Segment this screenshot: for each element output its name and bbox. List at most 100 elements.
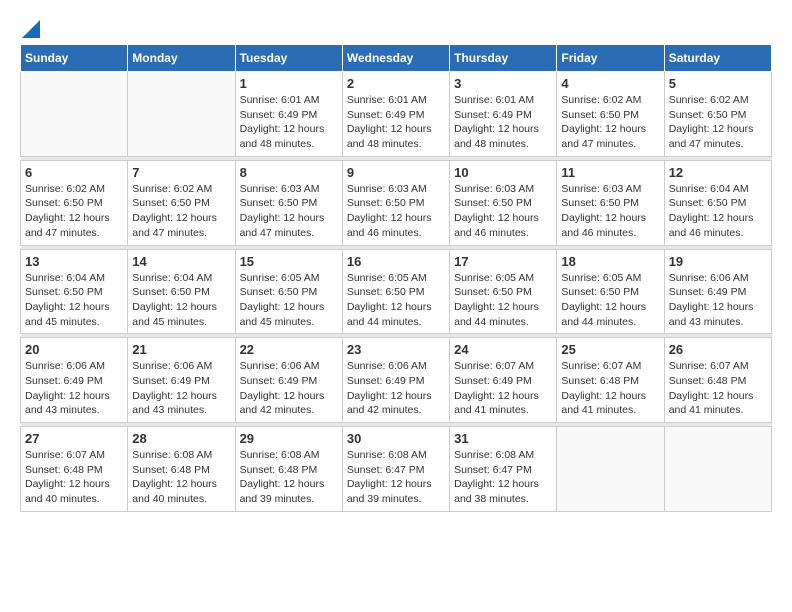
day-number: 16: [347, 254, 445, 269]
day-info: Sunrise: 6:08 AM Sunset: 6:48 PM Dayligh…: [240, 448, 338, 507]
day-number: 13: [25, 254, 123, 269]
day-info: Sunrise: 6:05 AM Sunset: 6:50 PM Dayligh…: [347, 271, 445, 330]
calendar-cell: 14 Sunrise: 6:04 AM Sunset: 6:50 PM Dayli…: [128, 249, 235, 334]
calendar-cell: 5 Sunrise: 6:02 AM Sunset: 6:50 PM Daylig…: [664, 72, 771, 157]
calendar-cell: [557, 427, 664, 512]
day-number: 31: [454, 431, 552, 446]
calendar-week-row: 6 Sunrise: 6:02 AM Sunset: 6:50 PM Daylig…: [21, 160, 772, 245]
day-info: Sunrise: 6:06 AM Sunset: 6:49 PM Dayligh…: [347, 359, 445, 418]
day-info: Sunrise: 6:08 AM Sunset: 6:47 PM Dayligh…: [347, 448, 445, 507]
calendar-cell: 10 Sunrise: 6:03 AM Sunset: 6:50 PM Dayli…: [450, 160, 557, 245]
column-header-sunday: Sunday: [21, 45, 128, 72]
day-info: Sunrise: 6:02 AM Sunset: 6:50 PM Dayligh…: [561, 93, 659, 152]
calendar-cell: 30 Sunrise: 6:08 AM Sunset: 6:47 PM Dayli…: [342, 427, 449, 512]
calendar-cell: 29 Sunrise: 6:08 AM Sunset: 6:48 PM Dayli…: [235, 427, 342, 512]
calendar-cell: 8Sunrise: 6:03 AM Sunset: 6:50 PM Daylig…: [235, 160, 342, 245]
column-header-tuesday: Tuesday: [235, 45, 342, 72]
day-number: 25: [561, 342, 659, 357]
day-info: Sunrise: 6:06 AM Sunset: 6:49 PM Dayligh…: [25, 359, 123, 418]
calendar-cell: 23 Sunrise: 6:06 AM Sunset: 6:49 PM Dayli…: [342, 338, 449, 423]
day-info: Sunrise: 6:06 AM Sunset: 6:49 PM Dayligh…: [240, 359, 338, 418]
day-info: Sunrise: 6:04 AM Sunset: 6:50 PM Dayligh…: [132, 271, 230, 330]
day-number: 20: [25, 342, 123, 357]
calendar-cell: [664, 427, 771, 512]
day-info: Sunrise: 6:03 AM Sunset: 6:50 PM Dayligh…: [561, 182, 659, 241]
day-info: Sunrise: 6:07 AM Sunset: 6:48 PM Dayligh…: [561, 359, 659, 418]
column-header-monday: Monday: [128, 45, 235, 72]
calendar-week-row: 27 Sunrise: 6:07 AM Sunset: 6:48 PM Dayli…: [21, 427, 772, 512]
day-info: Sunrise: 6:02 AM Sunset: 6:50 PM Dayligh…: [669, 93, 767, 152]
day-number: 6: [25, 165, 123, 180]
calendar-cell: 9 Sunrise: 6:03 AM Sunset: 6:50 PM Daylig…: [342, 160, 449, 245]
calendar-cell: 7 Sunrise: 6:02 AM Sunset: 6:50 PM Daylig…: [128, 160, 235, 245]
day-info: Sunrise: 6:01 AM Sunset: 6:49 PM Dayligh…: [347, 93, 445, 152]
day-info: Sunrise: 6:07 AM Sunset: 6:48 PM Dayligh…: [25, 448, 123, 507]
day-number: 27: [25, 431, 123, 446]
calendar-cell: 31 Sunrise: 6:08 AM Sunset: 6:47 PM Dayli…: [450, 427, 557, 512]
calendar-cell: 12Sunrise: 6:04 AM Sunset: 6:50 PM Dayli…: [664, 160, 771, 245]
day-info: Sunrise: 6:02 AM Sunset: 6:50 PM Dayligh…: [132, 182, 230, 241]
calendar-cell: 18 Sunrise: 6:05 AM Sunset: 6:50 PM Dayli…: [557, 249, 664, 334]
calendar-cell: 4 Sunrise: 6:02 AM Sunset: 6:50 PM Daylig…: [557, 72, 664, 157]
day-info: Sunrise: 6:04 AM Sunset: 6:50 PM Dayligh…: [25, 271, 123, 330]
day-number: 23: [347, 342, 445, 357]
day-number: 10: [454, 165, 552, 180]
day-number: 17: [454, 254, 552, 269]
day-info: Sunrise: 6:03 AM Sunset: 6:50 PM Dayligh…: [347, 182, 445, 241]
calendar-cell: 20 Sunrise: 6:06 AM Sunset: 6:49 PM Dayli…: [21, 338, 128, 423]
calendar-cell: 26 Sunrise: 6:07 AM Sunset: 6:48 PM Dayli…: [664, 338, 771, 423]
day-info: Sunrise: 6:07 AM Sunset: 6:49 PM Dayligh…: [454, 359, 552, 418]
calendar-cell: 21 Sunrise: 6:06 AM Sunset: 6:49 PM Dayli…: [128, 338, 235, 423]
day-number: 2: [347, 76, 445, 91]
day-number: 19: [669, 254, 767, 269]
day-number: 26: [669, 342, 767, 357]
day-number: 29: [240, 431, 338, 446]
day-number: 21: [132, 342, 230, 357]
calendar-cell: 1 Sunrise: 6:01 AM Sunset: 6:49 PM Daylig…: [235, 72, 342, 157]
calendar-week-row: 20 Sunrise: 6:06 AM Sunset: 6:49 PM Dayli…: [21, 338, 772, 423]
calendar-week-row: 13 Sunrise: 6:04 AM Sunset: 6:50 PM Dayli…: [21, 249, 772, 334]
column-header-friday: Friday: [557, 45, 664, 72]
calendar-table: SundayMondayTuesdayWednesdayThursdayFrid…: [20, 44, 772, 512]
calendar-cell: 6 Sunrise: 6:02 AM Sunset: 6:50 PM Daylig…: [21, 160, 128, 245]
day-number: 24: [454, 342, 552, 357]
day-info: Sunrise: 6:06 AM Sunset: 6:49 PM Dayligh…: [669, 271, 767, 330]
day-info: Sunrise: 6:07 AM Sunset: 6:48 PM Dayligh…: [669, 359, 767, 418]
day-number: 1: [240, 76, 338, 91]
calendar-cell: 3 Sunrise: 6:01 AM Sunset: 6:49 PM Daylig…: [450, 72, 557, 157]
day-number: 14: [132, 254, 230, 269]
calendar-cell: 2 Sunrise: 6:01 AM Sunset: 6:49 PM Daylig…: [342, 72, 449, 157]
calendar-cell: 17Sunrise: 6:05 AM Sunset: 6:50 PM Dayli…: [450, 249, 557, 334]
day-number: 7: [132, 165, 230, 180]
calendar-header-row: SundayMondayTuesdayWednesdayThursdayFrid…: [21, 45, 772, 72]
calendar-cell: 16 Sunrise: 6:05 AM Sunset: 6:50 PM Dayli…: [342, 249, 449, 334]
day-number: 5: [669, 76, 767, 91]
day-info: Sunrise: 6:05 AM Sunset: 6:50 PM Dayligh…: [561, 271, 659, 330]
day-info: Sunrise: 6:02 AM Sunset: 6:50 PM Dayligh…: [25, 182, 123, 241]
day-number: 12: [669, 165, 767, 180]
calendar-cell: [128, 72, 235, 157]
day-number: 8: [240, 165, 338, 180]
day-info: Sunrise: 6:06 AM Sunset: 6:49 PM Dayligh…: [132, 359, 230, 418]
page-header: [20, 20, 772, 34]
day-number: 4: [561, 76, 659, 91]
day-number: 15: [240, 254, 338, 269]
day-info: Sunrise: 6:08 AM Sunset: 6:48 PM Dayligh…: [132, 448, 230, 507]
day-number: 18: [561, 254, 659, 269]
day-info: Sunrise: 6:03 AM Sunset: 6:50 PM Dayligh…: [454, 182, 552, 241]
day-number: 9: [347, 165, 445, 180]
day-number: 30: [347, 431, 445, 446]
calendar-cell: 24 Sunrise: 6:07 AM Sunset: 6:49 PM Dayli…: [450, 338, 557, 423]
calendar-cell: 22Sunrise: 6:06 AM Sunset: 6:49 PM Dayli…: [235, 338, 342, 423]
day-info: Sunrise: 6:05 AM Sunset: 6:50 PM Dayligh…: [240, 271, 338, 330]
day-info: Sunrise: 6:01 AM Sunset: 6:49 PM Dayligh…: [240, 93, 338, 152]
column-header-thursday: Thursday: [450, 45, 557, 72]
calendar-cell: [21, 72, 128, 157]
day-info: Sunrise: 6:01 AM Sunset: 6:49 PM Dayligh…: [454, 93, 552, 152]
column-header-wednesday: Wednesday: [342, 45, 449, 72]
day-info: Sunrise: 6:08 AM Sunset: 6:47 PM Dayligh…: [454, 448, 552, 507]
day-number: 3: [454, 76, 552, 91]
logo-arrow-icon: [22, 20, 40, 38]
calendar-cell: 27 Sunrise: 6:07 AM Sunset: 6:48 PM Dayli…: [21, 427, 128, 512]
calendar-cell: 11Sunrise: 6:03 AM Sunset: 6:50 PM Dayli…: [557, 160, 664, 245]
